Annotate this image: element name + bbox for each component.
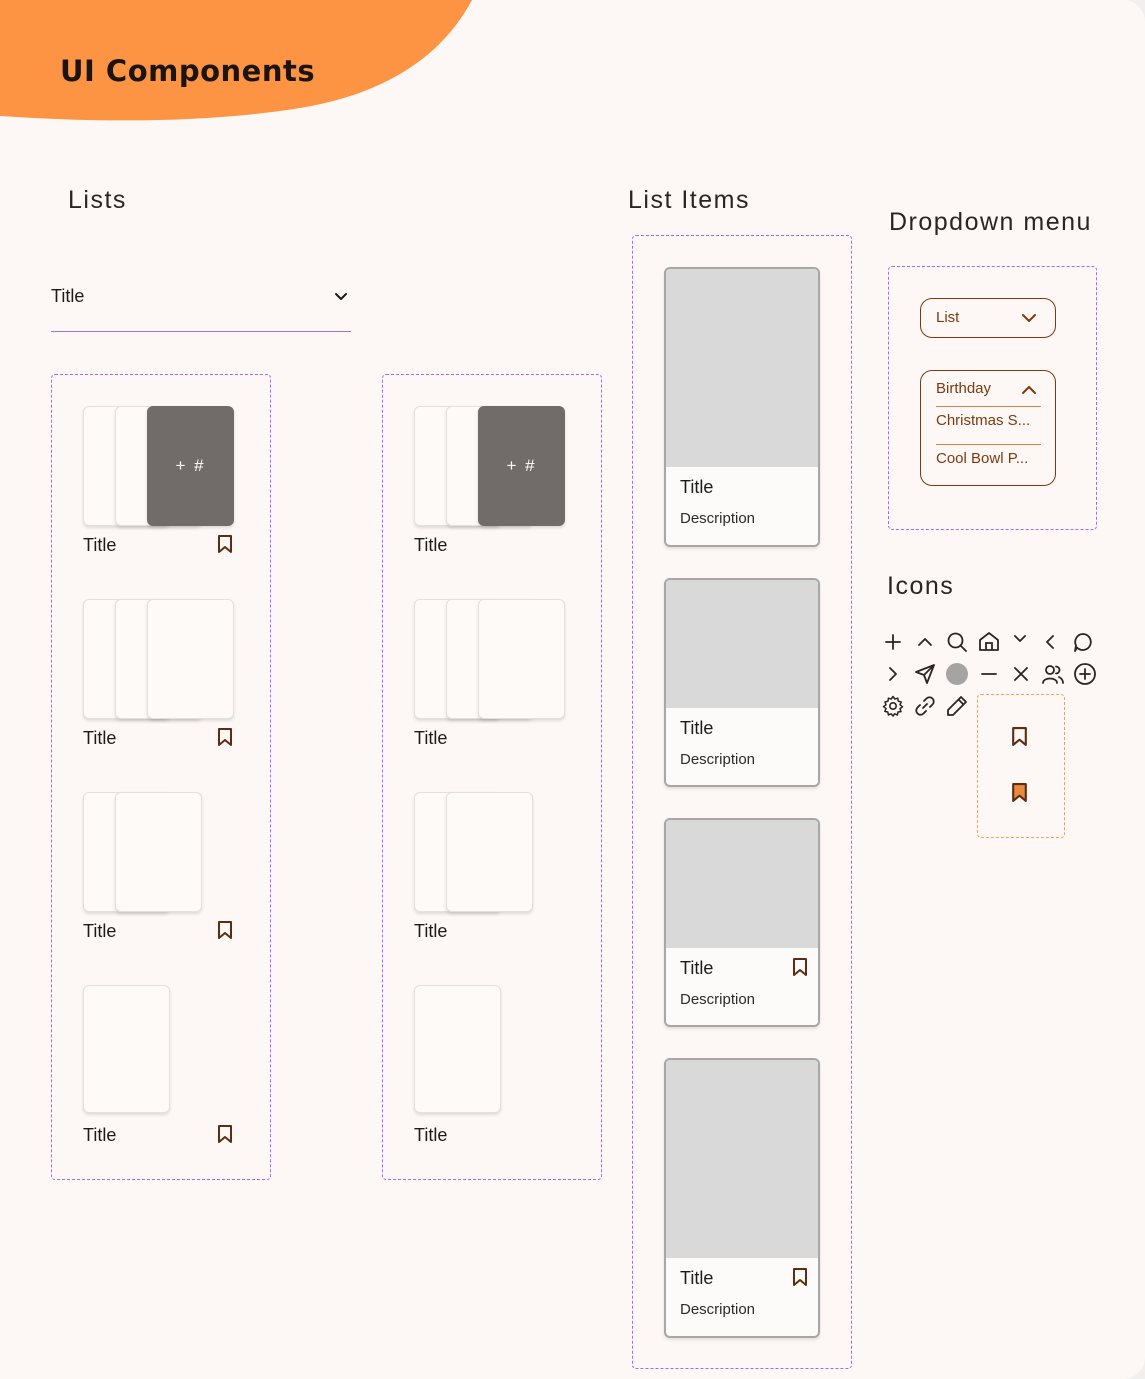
chevron-down-icon	[335, 293, 347, 300]
add-card[interactable]: + #	[147, 406, 234, 526]
heading-icons: Icons	[887, 572, 955, 600]
chevron-right-icon	[889, 667, 897, 681]
search-icon	[947, 632, 967, 652]
image-placeholder	[666, 269, 818, 467]
circle-filled-icon	[946, 663, 968, 685]
image-placeholder	[666, 1060, 818, 1258]
bookmark-variants-group	[977, 694, 1065, 838]
stack-card	[115, 792, 202, 912]
dropdown-open[interactable]: Birthday Christmas S... Cool Bowl P...	[920, 370, 1056, 486]
list-item-title: Title	[680, 477, 714, 497]
plus-icon	[885, 634, 901, 650]
stack-card	[446, 792, 533, 912]
list-item-card[interactable]: Title Description	[664, 1058, 820, 1338]
list-item-card[interactable]: Title Description	[664, 818, 820, 1027]
chevron-up-icon[interactable]	[1021, 383, 1037, 397]
chevron-left-icon	[1046, 635, 1054, 649]
chevron-down-icon	[1014, 635, 1026, 642]
stack-card	[83, 985, 170, 1113]
dropdown-closed[interactable]: List	[920, 298, 1056, 338]
list-cell[interactable]: Title	[83, 599, 235, 759]
send-icon	[915, 664, 935, 684]
dropdown-separator	[936, 444, 1041, 445]
users-icon	[1042, 665, 1064, 684]
image-placeholder	[666, 580, 818, 708]
chevron-down-icon	[1022, 314, 1036, 322]
gear-icon	[882, 695, 904, 717]
page-title: UI Components	[60, 54, 316, 88]
list-item-title: Title	[680, 718, 714, 738]
chat-bubble-icon	[1074, 633, 1092, 652]
list-item-card[interactable]: Title Description	[664, 578, 820, 787]
bookmark-icon[interactable]	[791, 957, 809, 977]
list-cell-title: Title	[414, 921, 448, 941]
list-item-description: Description	[680, 751, 756, 768]
title-select-label: Title	[51, 286, 85, 306]
add-circle-icon	[1074, 663, 1096, 685]
chevron-up-icon	[918, 638, 932, 646]
list-cell-title: Title	[83, 921, 117, 941]
bookmark-icon[interactable]	[216, 920, 234, 940]
list-item-title: Title	[680, 958, 714, 978]
list-cell-title: Title	[83, 728, 117, 748]
heading-list-items: List Items	[628, 186, 750, 214]
list-item-title: Title	[680, 1268, 714, 1288]
list-cell-title: Title	[83, 1125, 117, 1145]
list-cell-title: Title	[414, 1125, 448, 1145]
list-cell[interactable]: Title	[414, 599, 566, 759]
list-cell[interactable]: Title	[414, 985, 566, 1145]
stack-card	[478, 599, 565, 719]
title-select[interactable]: Title	[51, 276, 351, 332]
list-cell[interactable]: Title	[83, 985, 235, 1145]
bookmark-icon[interactable]	[216, 727, 234, 747]
bookmark-icon[interactable]	[216, 534, 234, 554]
dropdown-value: List	[936, 309, 960, 326]
stack-card	[414, 985, 501, 1113]
add-card[interactable]: + #	[478, 406, 565, 526]
pencil-icon	[947, 696, 967, 716]
stack-card	[147, 599, 234, 719]
list-cell-title: Title	[83, 535, 117, 555]
minus-icon	[981, 673, 997, 675]
list-cell-title: Title	[414, 535, 448, 555]
close-icon	[1014, 667, 1028, 681]
artboard: UI Components Lists List Items Dropdown …	[0, 0, 1145, 1379]
list-cell[interactable]: + # Title	[83, 406, 235, 566]
bookmark-outline-icon[interactable]	[1010, 726, 1029, 747]
bookmark-filled-icon[interactable]	[1010, 782, 1029, 803]
bookmark-icon[interactable]	[216, 1124, 234, 1144]
list-cell-title: Title	[414, 728, 448, 748]
list-cell[interactable]: Title	[414, 792, 566, 952]
bookmark-icon[interactable]	[791, 1267, 809, 1287]
heading-lists: Lists	[68, 186, 127, 214]
link-icon	[915, 696, 935, 716]
list-item-description: Description	[680, 1301, 756, 1318]
list-item-card[interactable]: Title Description	[664, 267, 820, 547]
dropdown-separator	[936, 406, 1041, 407]
heading-dropdown-menu: Dropdown menu	[889, 208, 1092, 236]
list-cell[interactable]: Title	[83, 792, 235, 952]
dropdown-option[interactable]: Cool Bowl P...	[936, 450, 1042, 467]
list-item-description: Description	[680, 991, 756, 1008]
dropdown-option[interactable]: Christmas S...	[936, 412, 1042, 429]
list-cell[interactable]: + # Title	[414, 406, 566, 566]
home-icon	[979, 632, 999, 651]
list-item-description: Description	[680, 510, 756, 527]
image-placeholder	[666, 820, 818, 948]
